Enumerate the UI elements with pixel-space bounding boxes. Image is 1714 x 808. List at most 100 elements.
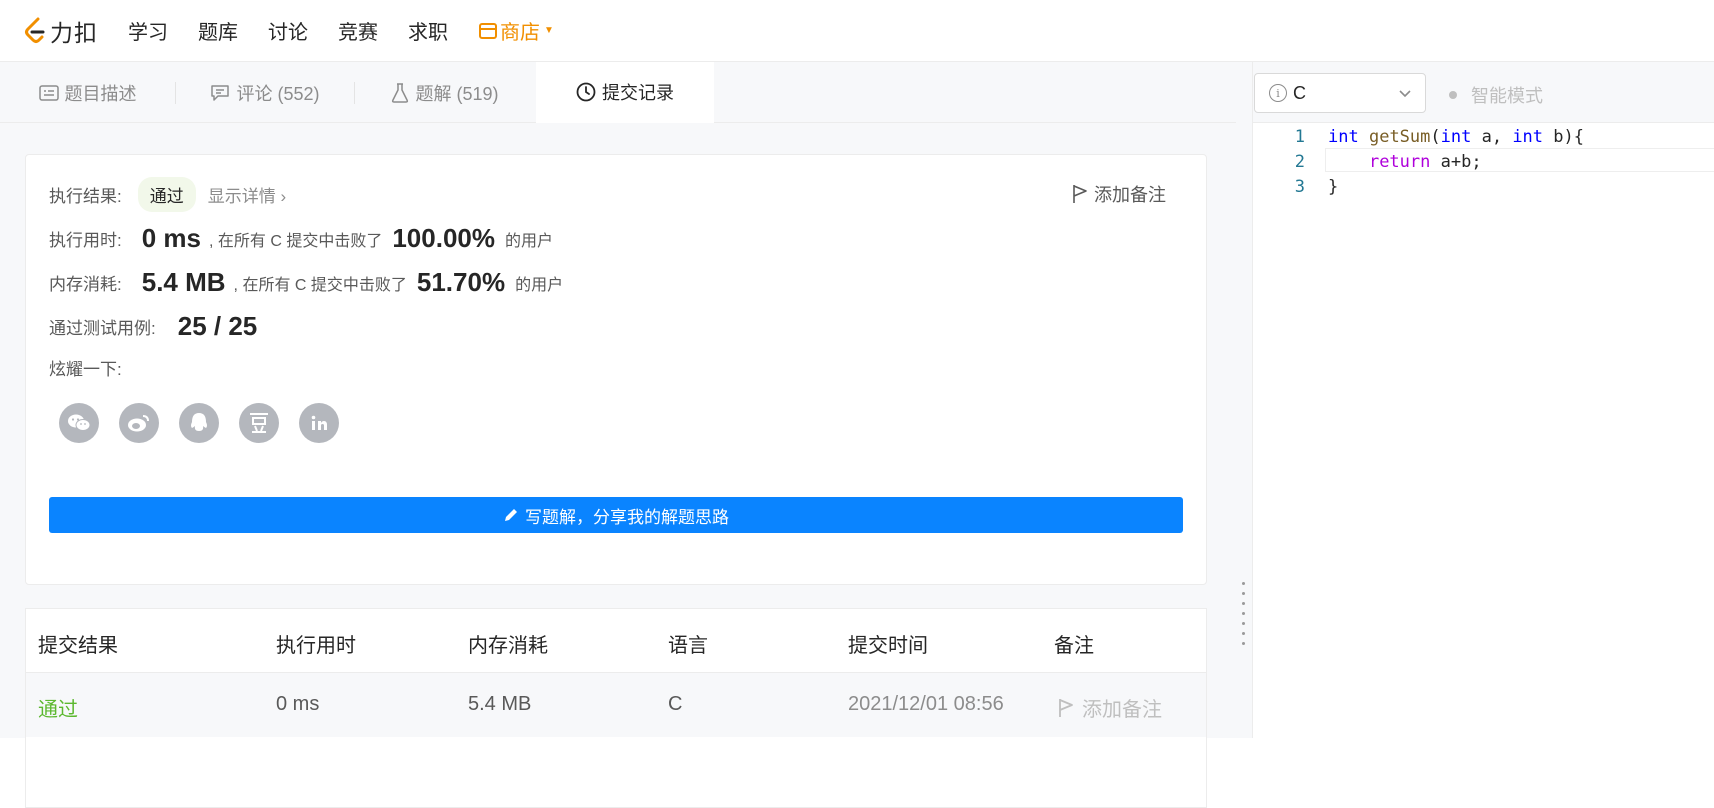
testcases-value: 25 / 25: [177, 311, 258, 341]
pane-splitter[interactable]: [1236, 62, 1252, 738]
editor-pane: i C 智能模式 1 int getSum(int a, int b){ 2 r…: [1252, 62, 1714, 738]
tab-comments-label: 评论 (552): [236, 83, 320, 104]
info-icon: i: [1269, 84, 1287, 102]
header-time: 执行用时: [276, 635, 356, 657]
exec-time-row: 执行用时: 0 ms , 在所有 C 提交中击败了 100.00% 的用户: [49, 223, 553, 254]
douban-icon[interactable]: [239, 403, 279, 443]
header-memory: 内存消耗: [468, 635, 548, 657]
line-number: 3: [1294, 177, 1305, 197]
language-select[interactable]: i C: [1254, 73, 1426, 113]
row-result-link[interactable]: 通过: [38, 693, 78, 722]
submissions-table: 提交结果 执行用时 内存消耗 语言 提交时间 备注 通过 0 ms 5.4 MB…: [25, 608, 1207, 808]
pencil-icon: [505, 509, 517, 521]
exec-time-percent: 100.00%: [392, 223, 495, 253]
add-note-label: 添加备注: [1094, 185, 1166, 205]
memory-value: 5.4 MB: [141, 267, 226, 297]
status-badge: 通过: [137, 177, 196, 212]
header-language: 语言: [668, 635, 708, 657]
nav-store-label: 商店: [500, 22, 540, 44]
header-result: 提交结果: [38, 635, 118, 657]
exec-result-label: 执行结果:: [49, 187, 122, 206]
code-text: return a+b;: [1368, 152, 1482, 172]
editor-toolbar: i C 智能模式: [1253, 62, 1714, 123]
users-text: 的用户: [515, 276, 564, 294]
code-text: int getSum(int a, int b){: [1328, 127, 1584, 147]
nav-link-discuss[interactable]: 讨论: [268, 16, 308, 45]
table-row[interactable]: 通过 0 ms 5.4 MB C 2021/12/01 08:56 添加备注: [26, 673, 1206, 737]
drag-handle-icon[interactable]: [1242, 582, 1245, 652]
code-line: 2 return a+b;: [1253, 149, 1714, 175]
comment-icon: [210, 84, 230, 102]
code-line: 1 int getSum(int a, int b){: [1253, 124, 1714, 150]
clock-icon: [576, 82, 596, 102]
tab-comments[interactable]: 评论 (552): [176, 62, 354, 123]
code-text: }: [1328, 177, 1339, 197]
row-memory: 5.4 MB: [468, 693, 532, 715]
smart-mode-label: 智能模式: [1471, 86, 1543, 106]
memory-percent: 51.70%: [416, 267, 506, 297]
testcases-row: 通过测试用例: 25 / 25: [49, 311, 257, 342]
testcases-label: 通过测试用例:: [49, 319, 156, 338]
exec-time-value: 0 ms: [141, 223, 201, 253]
row-submitted: 2021/12/01 08:56: [848, 693, 1004, 715]
smart-mode-toggle[interactable]: 智能模式: [1449, 82, 1543, 108]
wechat-icon[interactable]: [59, 403, 99, 443]
memory-label: 内存消耗:: [49, 275, 122, 294]
flask-icon: [391, 82, 409, 103]
weibo-icon[interactable]: [119, 403, 159, 443]
logo-text: 力扣: [50, 19, 98, 46]
show-details-link[interactable]: 显示详情 ›: [208, 182, 286, 207]
users-text: 的用户: [505, 232, 554, 250]
row-language: C: [668, 693, 683, 715]
qq-icon[interactable]: [179, 403, 219, 443]
code-line: 3 }: [1253, 174, 1714, 200]
row-time: 0 ms: [276, 693, 320, 715]
line-number: 1: [1294, 127, 1305, 147]
store-icon: [479, 22, 497, 39]
share-label: 炫耀一下:: [49, 360, 122, 379]
nav-links: 学习 题库 讨论 竞赛 求职: [128, 16, 478, 45]
write-solution-button[interactable]: 写题解，分享我的解题思路: [49, 497, 1183, 533]
share-row: 炫耀一下:: [49, 355, 122, 380]
flag-icon: [1073, 185, 1087, 203]
tab-submissions-label: 提交记录: [602, 83, 674, 103]
code-editor[interactable]: 1 int getSum(int a, int b){ 2 return a+b…: [1253, 124, 1714, 738]
tab-bar: 题目描述 评论 (552) 题解 (519) 提交记录: [0, 62, 1236, 123]
nav-link-contest[interactable]: 竞赛: [338, 16, 378, 45]
memory-row: 内存消耗: 5.4 MB , 在所有 C 提交中击败了 51.70% 的用户: [49, 267, 563, 298]
caret-down-icon: ▼: [544, 25, 554, 36]
exec-result-row: 执行结果: 通过 显示详情 ›: [49, 177, 286, 212]
nav-store[interactable]: 商店 ▼: [478, 16, 554, 45]
description-icon: [38, 84, 59, 101]
show-details-label: 显示详情: [207, 187, 276, 206]
write-solution-label: 写题解，分享我的解题思路: [525, 507, 729, 527]
flag-icon: [1059, 698, 1073, 717]
left-pane: 题目描述 评论 (552) 题解 (519) 提交记录 执行结果: 通过 显示详…: [0, 62, 1236, 808]
exec-time-text: , 在所有 C 提交中击败了: [209, 232, 383, 250]
leetcode-logo-icon: [25, 17, 45, 43]
header-submitted: 提交时间: [848, 635, 928, 657]
result-card: 执行结果: 通过 显示详情 › 添加备注 执行用时: 0 ms , 在所有 C …: [25, 154, 1207, 585]
exec-time-label: 执行用时:: [49, 231, 122, 250]
tab-description[interactable]: 题目描述: [0, 62, 175, 123]
chevron-down-icon: [1399, 90, 1411, 98]
tab-description-label: 题目描述: [64, 83, 137, 104]
row-add-note-button[interactable]: 添加备注: [1058, 693, 1162, 722]
leetcode-logo[interactable]: 力扣: [24, 14, 98, 48]
language-select-value: C: [1293, 82, 1306, 103]
share-icons: [59, 403, 359, 443]
top-nav: 力扣 学习 题库 讨论 竞赛 求职 商店 ▼: [0, 0, 1714, 62]
nav-link-problems[interactable]: 题库: [198, 16, 238, 45]
smart-mode-dot-icon: [1449, 91, 1457, 99]
tab-submissions[interactable]: 提交记录: [536, 62, 714, 123]
nav-link-jobs[interactable]: 求职: [408, 16, 448, 45]
line-number: 2: [1294, 152, 1305, 172]
linkedin-icon[interactable]: [299, 403, 339, 443]
header-note: 备注: [1054, 635, 1094, 657]
memory-text: , 在所有 C 提交中击败了: [233, 276, 407, 294]
tab-solutions[interactable]: 题解 (519): [355, 62, 535, 123]
table-header: 提交结果 执行用时 内存消耗 语言 提交时间 备注: [26, 609, 1206, 673]
nav-link-learn[interactable]: 学习: [128, 16, 168, 45]
row-add-note-label: 添加备注: [1082, 699, 1162, 721]
add-note-button[interactable]: 添加备注: [1072, 181, 1166, 207]
